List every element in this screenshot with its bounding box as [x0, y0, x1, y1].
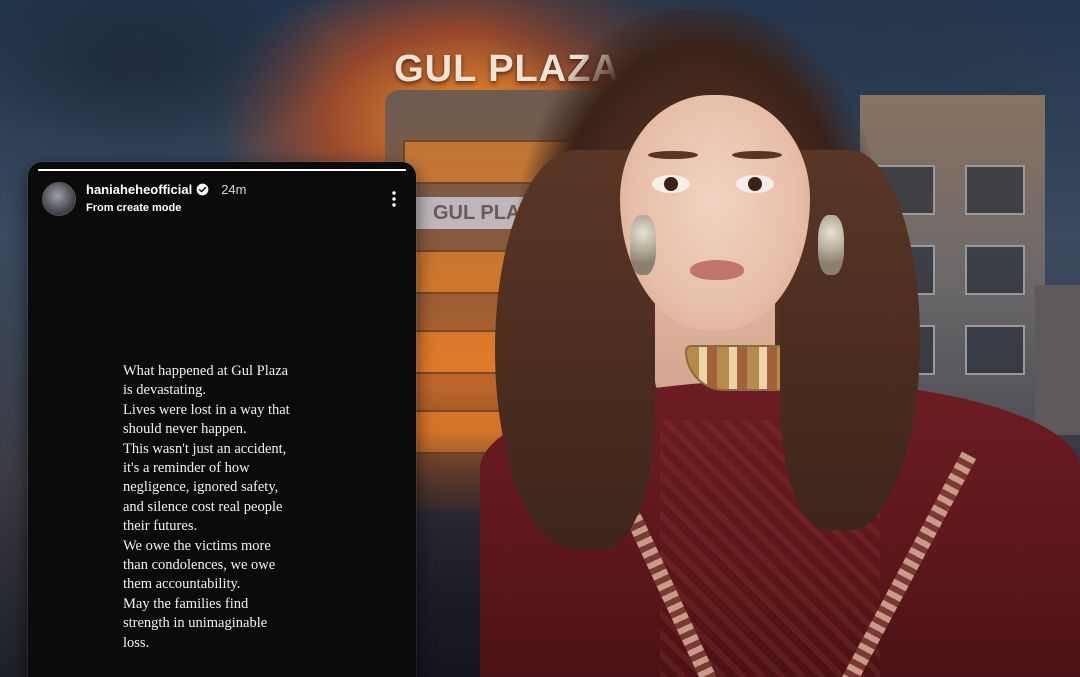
earring-right	[818, 215, 844, 275]
more-vertical-icon[interactable]	[386, 190, 402, 208]
face	[620, 95, 810, 330]
instagram-story: haniaheheofficial 24m From create mode W…	[28, 162, 416, 677]
story-header: haniaheheofficial 24m	[86, 182, 247, 197]
time-ago: 24m	[221, 182, 247, 197]
earring-left	[630, 215, 656, 275]
avatar[interactable]	[42, 182, 76, 216]
story-progress-bar	[38, 169, 406, 171]
username[interactable]: haniaheheofficial	[86, 182, 192, 197]
story-progress-fill	[38, 169, 406, 171]
story-text: What happened at Gul Plaza is devastatin…	[123, 363, 290, 651]
portrait	[440, 0, 1080, 677]
verified-badge-icon	[196, 183, 209, 196]
story-subline: From create mode	[86, 202, 182, 214]
hero-image: GUL PLAZA GUL PLAZA haniaheheofficial 24…	[0, 0, 1080, 677]
